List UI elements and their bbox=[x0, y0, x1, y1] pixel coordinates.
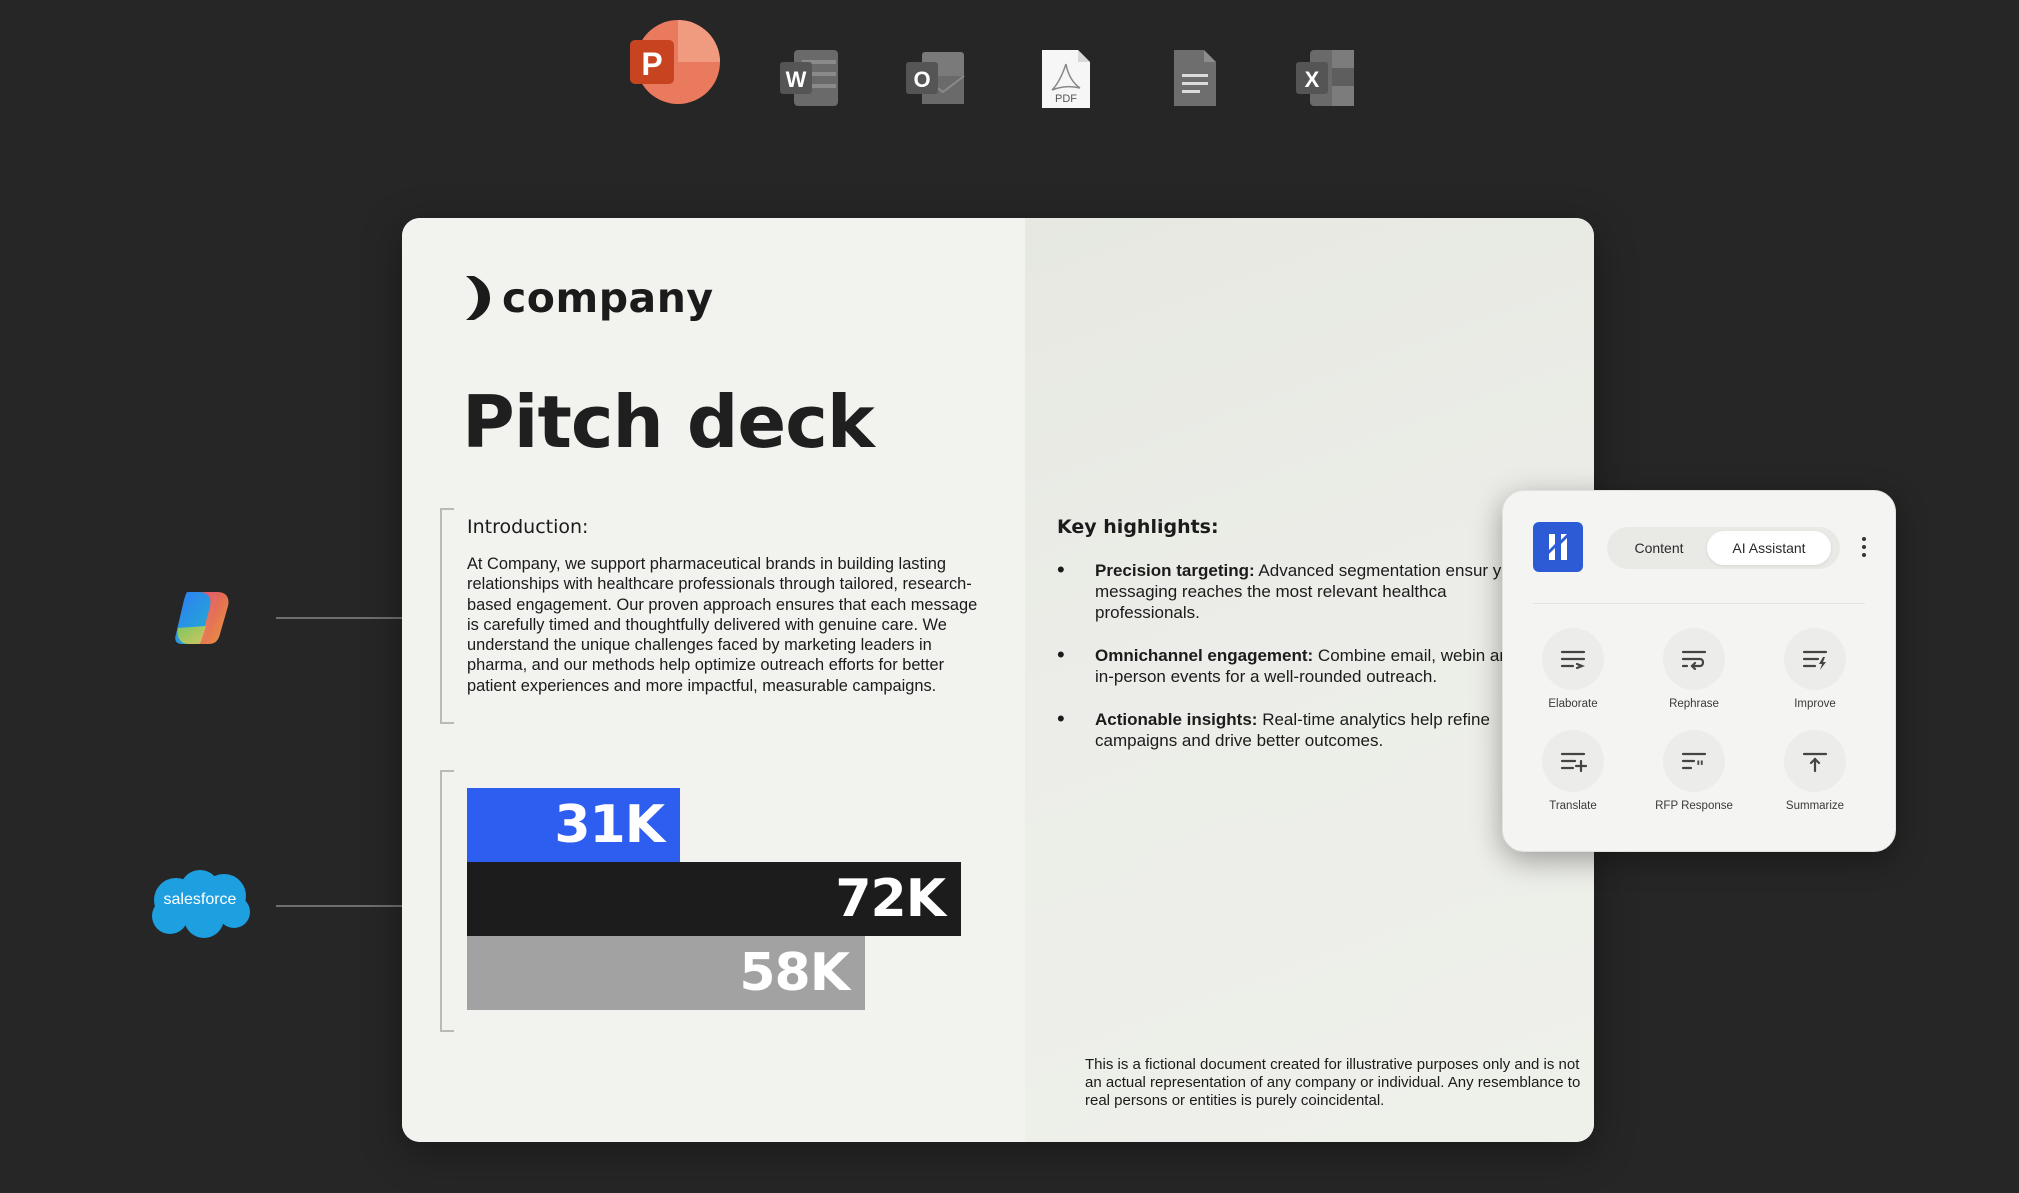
ai-assistant-panel: Content AI Assistant Elaborate Rephrase … bbox=[1502, 490, 1896, 852]
google-docs-icon[interactable] bbox=[1170, 46, 1220, 110]
intro-heading: Introduction: bbox=[467, 516, 589, 538]
svg-text:O: O bbox=[913, 67, 930, 92]
improve-label: Improve bbox=[1794, 698, 1836, 710]
translate-icon bbox=[1542, 730, 1604, 792]
translate-button[interactable]: Translate bbox=[1518, 730, 1628, 812]
stats-bracket bbox=[440, 770, 454, 1032]
rfp-response-icon: " bbox=[1663, 730, 1725, 792]
rephrase-icon bbox=[1663, 628, 1725, 690]
copilot-icon[interactable] bbox=[170, 586, 236, 650]
summarize-button[interactable]: Summarize bbox=[1760, 730, 1870, 812]
improve-icon bbox=[1784, 628, 1846, 690]
salesforce-logo[interactable]: salesforce bbox=[146, 866, 254, 942]
tab-content[interactable]: Content bbox=[1611, 531, 1707, 565]
company-logo: company bbox=[464, 274, 714, 322]
list-item: Precision targeting: Advanced segmentati… bbox=[1057, 559, 1537, 623]
svg-text:P: P bbox=[641, 46, 662, 82]
key-highlights-heading: Key highlights: bbox=[1057, 516, 1219, 538]
stat-bar: 72K bbox=[467, 862, 961, 936]
document-title: Pitch deck bbox=[462, 380, 875, 464]
list-item: Omnichannel engagement: Combine email, w… bbox=[1057, 644, 1537, 687]
elaborate-label: Elaborate bbox=[1548, 698, 1598, 710]
outlook-icon[interactable]: O bbox=[904, 46, 970, 110]
excel-icon[interactable]: X bbox=[1294, 46, 1360, 110]
highlight-title: Omnichannel engagement: bbox=[1095, 646, 1314, 665]
pdf-icon[interactable]: PDF bbox=[1038, 46, 1094, 112]
summarize-label: Summarize bbox=[1785, 800, 1845, 812]
salesforce-label: salesforce bbox=[163, 891, 237, 908]
svg-text:": " bbox=[1696, 757, 1704, 773]
key-highlights-list: Precision targeting: Advanced segmentati… bbox=[1057, 559, 1537, 773]
stat-bar-label: 31K bbox=[554, 795, 665, 855]
translate-label: Translate bbox=[1549, 800, 1597, 812]
stat-bar: 31K bbox=[467, 788, 680, 862]
company-logo-text: company bbox=[502, 274, 714, 322]
rfp-response-label: RFP Response bbox=[1655, 800, 1733, 812]
assistant-logo-icon[interactable] bbox=[1533, 522, 1583, 572]
panel-tabs: Content AI Assistant bbox=[1607, 527, 1840, 569]
svg-text:PDF: PDF bbox=[1055, 93, 1077, 105]
document-left-page: company Pitch deck Introduction: At Comp… bbox=[402, 218, 1025, 1142]
more-options-icon[interactable] bbox=[1859, 533, 1869, 561]
list-item: Actionable insights: Real-time analytics… bbox=[1057, 708, 1537, 751]
svg-text:W: W bbox=[786, 67, 807, 92]
panel-divider bbox=[1533, 603, 1865, 604]
pitch-deck-document: company Pitch deck Introduction: At Comp… bbox=[402, 218, 1594, 1142]
improve-button[interactable]: Improve bbox=[1760, 628, 1870, 710]
word-icon[interactable]: W bbox=[778, 46, 844, 110]
disclaimer: This is a fictional document created for… bbox=[1085, 1056, 1581, 1109]
tab-ai-assistant[interactable]: AI Assistant bbox=[1707, 531, 1831, 565]
intro-bracket bbox=[440, 508, 454, 724]
elaborate-button[interactable]: Elaborate bbox=[1518, 628, 1628, 710]
highlight-title: Precision targeting: bbox=[1095, 561, 1255, 580]
stat-bar-label: 72K bbox=[835, 869, 946, 929]
rephrase-label: Rephrase bbox=[1669, 698, 1719, 710]
svg-text:X: X bbox=[1305, 67, 1320, 92]
rephrase-button[interactable]: Rephrase bbox=[1639, 628, 1749, 710]
stat-bar: 58K bbox=[467, 936, 865, 1010]
intro-body: At Company, we support pharmaceutical br… bbox=[467, 555, 978, 695]
powerpoint-icon[interactable]: P bbox=[626, 18, 726, 110]
summarize-icon bbox=[1784, 730, 1846, 792]
rfp-response-button[interactable]: " RFP Response bbox=[1639, 730, 1749, 812]
stat-bar-label: 58K bbox=[739, 943, 850, 1003]
highlight-title: Actionable insights: bbox=[1095, 710, 1258, 729]
company-logo-mark bbox=[466, 276, 490, 320]
elaborate-icon bbox=[1542, 628, 1604, 690]
